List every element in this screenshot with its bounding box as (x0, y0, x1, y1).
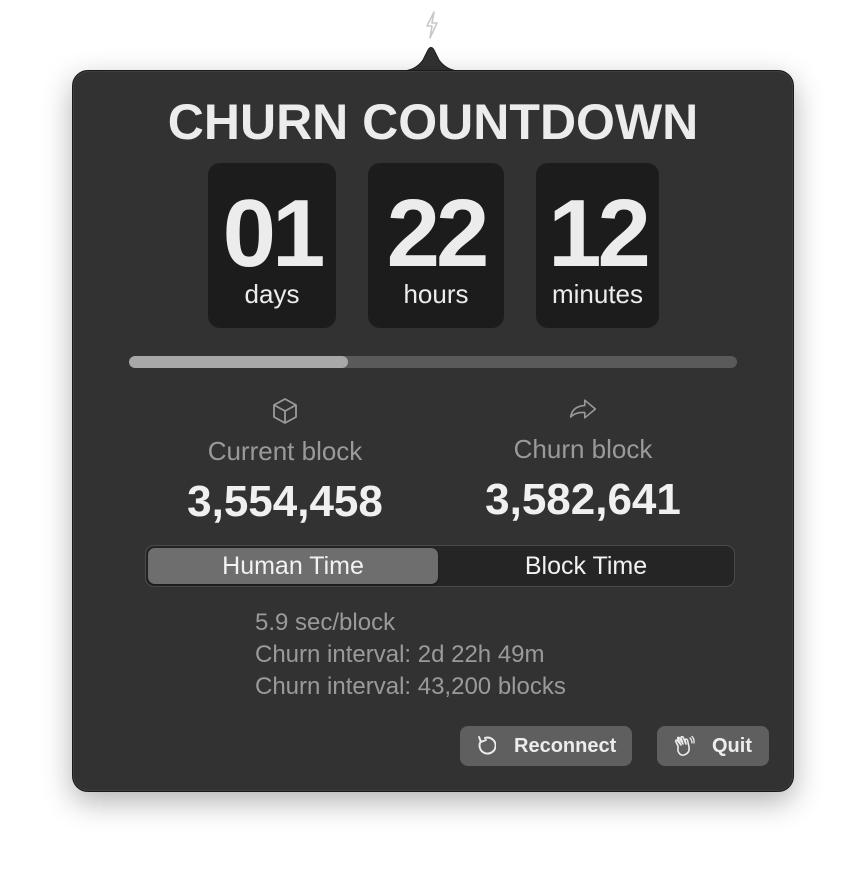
churn-block-section: Churn block 3,582,641 (433, 394, 733, 525)
waving-hand-icon (674, 735, 695, 756)
page-title: CHURN COUNTDOWN (167, 94, 699, 150)
days-card: 01 days (208, 163, 336, 328)
minutes-value: 12 (548, 180, 651, 287)
days-unit: days (244, 279, 300, 309)
minutes-unit: minutes (551, 279, 644, 309)
days-value: 01 (222, 180, 326, 287)
hours-value: 22 (386, 180, 490, 287)
churn-interval-blocks-text: Churn interval: 43,200 blocks (255, 673, 566, 700)
reconnect-label: Reconnect (514, 735, 617, 757)
bolt-icon[interactable] (422, 10, 442, 40)
block-time-option[interactable]: Block Time (440, 548, 732, 584)
current-block-section: Current block 3,554,458 (135, 396, 435, 527)
reconnect-icon (478, 736, 496, 755)
reconnect-button[interactable]: Reconnect (460, 726, 632, 766)
interval-info: 5.9 sec/block Churn interval: 2d 22h 49m… (255, 607, 566, 703)
churn-block-value: 3,582,641 (485, 475, 681, 524)
quit-label: Quit (712, 735, 752, 757)
countdown-popover: CHURN COUNTDOWN 01 days 22 hours 12 minu… (72, 70, 794, 792)
current-block-value: 3,554,458 (187, 477, 383, 526)
churn-progress-fill (129, 356, 348, 368)
sec-per-block-text: 5.9 sec/block (255, 609, 396, 636)
human-time-option[interactable]: Human Time (148, 548, 438, 584)
churn-interval-time-text: Churn interval: 2d 22h 49m (255, 641, 545, 668)
arrow-share-icon (569, 399, 597, 419)
churn-progress-bar (129, 356, 737, 368)
current-block-label: Current block (207, 436, 363, 466)
minutes-card: 12 minutes (536, 163, 659, 328)
popover-arrow (401, 47, 461, 72)
time-mode-toggle: Human Time Block Time (145, 545, 735, 587)
hours-card: 22 hours (368, 163, 504, 328)
churn-block-label: Churn block (513, 434, 653, 464)
quit-button[interactable]: Quit (657, 726, 769, 766)
cube-icon (273, 398, 297, 424)
hours-unit: hours (403, 279, 469, 309)
